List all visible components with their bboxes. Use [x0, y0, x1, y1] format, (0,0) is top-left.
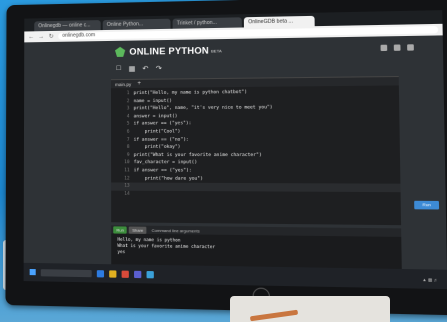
page-content: ONLINE PYTHON BETA □ ▦ ↶ ↷ main.py + 1 p…: [24, 35, 447, 269]
code-line: 14: [111, 190, 401, 200]
app-title: ONLINE PYTHON: [129, 45, 209, 56]
console-run-button[interactable]: Run: [113, 226, 127, 233]
folder-icon[interactable]: [109, 270, 116, 277]
menu-icon[interactable]: [407, 44, 414, 50]
console-output: Hello, my name is python What is your fa…: [111, 233, 401, 262]
screen: Onlinegdb — online c... Online Python...…: [24, 10, 447, 289]
header-icons: [381, 44, 414, 51]
logo-icon: [115, 47, 125, 57]
browser-tab[interactable]: Online Python...: [103, 19, 171, 30]
browser-tab[interactable]: Onlinegdb — online c...: [34, 20, 100, 31]
edge-icon[interactable]: [97, 270, 104, 277]
add-file-icon[interactable]: +: [137, 81, 141, 87]
new-file-icon[interactable]: □: [115, 65, 122, 73]
editor-toolbar: □ ▦ ↶ ↷: [115, 64, 162, 73]
share-icon[interactable]: [394, 44, 401, 50]
browser-tab[interactable]: Trinket / python...: [173, 17, 242, 28]
console-share-button[interactable]: Share: [129, 226, 146, 233]
code-area[interactable]: 1 print("Hello, my name is python chatbot…: [111, 85, 401, 200]
reload-icon[interactable]: ↻: [48, 33, 54, 40]
save-icon[interactable]: ▦: [128, 65, 135, 73]
back-icon[interactable]: ←: [28, 34, 34, 40]
taskbar-search[interactable]: [41, 269, 92, 277]
forward-icon[interactable]: →: [38, 34, 44, 40]
chrome-icon[interactable]: [122, 270, 129, 277]
run-button[interactable]: Run: [414, 201, 439, 210]
redo-icon[interactable]: ↷: [155, 64, 162, 72]
undo-icon[interactable]: ↶: [142, 65, 149, 73]
system-tray[interactable]: ▲ ▩ ♬: [422, 276, 447, 282]
code-editor[interactable]: main.py + 1 print("Hello, my name is pyth…: [111, 76, 401, 225]
settings-icon[interactable]: [381, 45, 388, 51]
browser-tab-active[interactable]: OnlineGDB beta ...: [244, 16, 315, 28]
code-line: 9 print("What is your favorite anime char…: [111, 152, 400, 160]
windows-start-icon[interactable]: [30, 269, 36, 275]
console-args-tab[interactable]: Command line arguments: [148, 226, 202, 234]
file-tab-main[interactable]: main.py: [115, 81, 131, 86]
teams-icon[interactable]: [134, 270, 141, 277]
app-icon[interactable]: [147, 270, 154, 277]
monitor: Onlinegdb — online c... Online Python...…: [5, 0, 447, 316]
code-line: 8 print("okay"): [111, 144, 400, 152]
app-badge: BETA: [211, 48, 222, 53]
